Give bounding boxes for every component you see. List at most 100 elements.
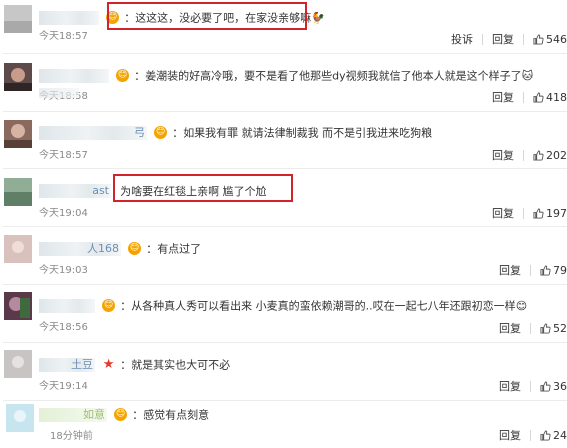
highlight-box	[113, 174, 293, 202]
like-count: 36	[553, 379, 567, 393]
emoji-icon: 😊	[515, 299, 528, 313]
username[interactable]	[39, 68, 109, 83]
username[interactable]: 弓	[39, 125, 147, 140]
thumbs-up-icon	[540, 381, 551, 392]
thumbs-up-icon	[540, 265, 551, 276]
comment-actions: 回复 202	[492, 147, 567, 163]
divider	[3, 226, 567, 227]
comment-text: ：就是其实也大可不必	[120, 358, 231, 372]
comment-item: 如意 😊 ：感觉有点刻意 18分钟前 回复 24	[0, 402, 567, 448]
username[interactable]	[39, 10, 99, 25]
timestamp: 今天18:56	[39, 322, 88, 333]
timestamp: 今天19:14	[39, 381, 88, 392]
comment-line: 人168 😊 ：有点过了	[39, 238, 202, 256]
avatar[interactable]	[4, 292, 32, 320]
reply-button[interactable]: 回复	[499, 262, 521, 278]
divider	[482, 33, 483, 45]
reply-button[interactable]: 回复	[492, 31, 514, 47]
divider	[523, 149, 524, 161]
comment-actions: 回复 24	[499, 427, 567, 443]
username[interactable]: ast	[39, 183, 111, 198]
timestamp: 今天18:57	[39, 150, 88, 161]
avatar[interactable]	[4, 235, 32, 263]
reply-button[interactable]: 回复	[492, 205, 514, 221]
emoji-icon: 🐓	[311, 11, 325, 25]
divider	[530, 322, 531, 334]
reply-button[interactable]: 回复	[499, 427, 521, 443]
blur-overlay	[39, 88, 79, 98]
user-badge-icon: 😊	[102, 299, 116, 312]
comment-actions: 回复 197	[492, 205, 567, 221]
comment-line: 😊 ：从各种真人秀可以看出来 小麦真的蛮依赖潮哥的..哎在一起七八年还跟初恋一样…	[39, 295, 528, 313]
reply-button[interactable]: 回复	[492, 147, 514, 163]
like-count: 79	[553, 263, 567, 277]
comment-item: 😊 ：姜潮装的好高冷哦，要不是看了他那些dy视频我就信了他本人就是这个样子了🐱 …	[0, 57, 567, 114]
comment-text: ：有点过了	[146, 242, 202, 256]
comment-text: ：如果我有罪 就请法律制裁我 而不是引我进来吃狗粮	[172, 126, 433, 140]
divider	[3, 284, 567, 285]
like-count: 24	[553, 428, 567, 442]
avatar[interactable]	[4, 5, 32, 33]
divider	[3, 168, 567, 169]
avatar[interactable]	[4, 120, 32, 148]
username[interactable]	[39, 298, 95, 313]
comment-item: ast 为啥要在红毯上亲啊 尴了个尬 今天19:04 回复 197	[0, 171, 567, 228]
reply-button[interactable]: 回复	[499, 378, 521, 394]
divider	[523, 33, 524, 45]
like-count: 546	[546, 32, 567, 46]
comment-line: 如意 😊 ：感觉有点刻意	[39, 404, 209, 422]
like-button[interactable]: 546	[533, 33, 567, 46]
comment-line: 弓 😊 ：如果我有罪 就请法律制裁我 而不是引我进来吃狗粮	[39, 122, 433, 140]
like-button[interactable]: 418	[533, 91, 567, 104]
thumbs-up-icon	[533, 92, 544, 103]
avatar[interactable]	[6, 404, 34, 432]
divider	[523, 207, 524, 219]
divider	[3, 53, 567, 54]
user-badge-icon: 😊	[154, 126, 168, 139]
divider	[530, 429, 531, 441]
user-badge-icon: 😊	[114, 408, 128, 421]
user-badge-icon: 😊	[116, 69, 130, 82]
comment-actions: 回复 418	[492, 89, 567, 105]
reply-button[interactable]: 回复	[492, 89, 514, 105]
username[interactable]: 人168	[39, 241, 121, 256]
thumbs-up-icon	[533, 150, 544, 161]
username[interactable]: 如意	[39, 407, 107, 422]
divider	[530, 380, 531, 392]
timestamp: 今天19:04	[39, 208, 88, 219]
like-button[interactable]: 202	[533, 149, 567, 162]
like-button[interactable]: 24	[540, 429, 567, 442]
like-button[interactable]: 36	[540, 380, 567, 393]
like-button[interactable]: 52	[540, 322, 567, 335]
timestamp: 今天18:57	[39, 31, 88, 42]
report-button[interactable]: 投诉	[451, 31, 473, 47]
timestamp: 18分钟前	[50, 431, 93, 442]
thumbs-up-icon	[540, 430, 551, 441]
comment-actions: 回复 52	[499, 320, 567, 336]
like-count: 418	[546, 90, 567, 104]
thumbs-up-icon	[540, 323, 551, 334]
comment-line: 😊 ：姜潮装的好高冷哦，要不是看了他那些dy视频我就信了他本人就是这个样子了🐱	[39, 65, 534, 83]
comment-text: ：从各种真人秀可以看出来 小麦真的蛮依赖潮哥的..哎在一起七八年还跟初恋一样😊	[120, 299, 528, 313]
avatar[interactable]	[4, 178, 32, 206]
comment-item: 人168 😊 ：有点过了 今天19:03 回复 79	[0, 228, 567, 285]
highlight-box	[107, 2, 307, 30]
divider	[3, 400, 567, 401]
divider	[3, 111, 567, 112]
like-button[interactable]: 79	[540, 264, 567, 277]
divider	[530, 264, 531, 276]
thumbs-up-icon	[533, 208, 544, 219]
divider	[3, 342, 567, 343]
comment-item: 土豆 ★ ：就是其实也大可不必 今天19:14 回复 36	[0, 344, 567, 401]
like-button[interactable]: 197	[533, 207, 567, 220]
username[interactable]: 土豆	[39, 357, 95, 372]
like-count: 202	[546, 148, 567, 162]
comment-text: ：姜潮装的好高冷哦，要不是看了他那些dy视频我就信了他本人就是这个样子了🐱	[134, 69, 534, 83]
user-badge-icon: 😊	[128, 242, 142, 255]
avatar[interactable]	[4, 350, 32, 378]
comment-actions: 回复 79	[499, 262, 567, 278]
comment-line: 土豆 ★ ：就是其实也大可不必	[39, 354, 231, 372]
reply-button[interactable]: 回复	[499, 320, 521, 336]
like-count: 52	[553, 321, 567, 335]
avatar[interactable]	[4, 63, 32, 91]
